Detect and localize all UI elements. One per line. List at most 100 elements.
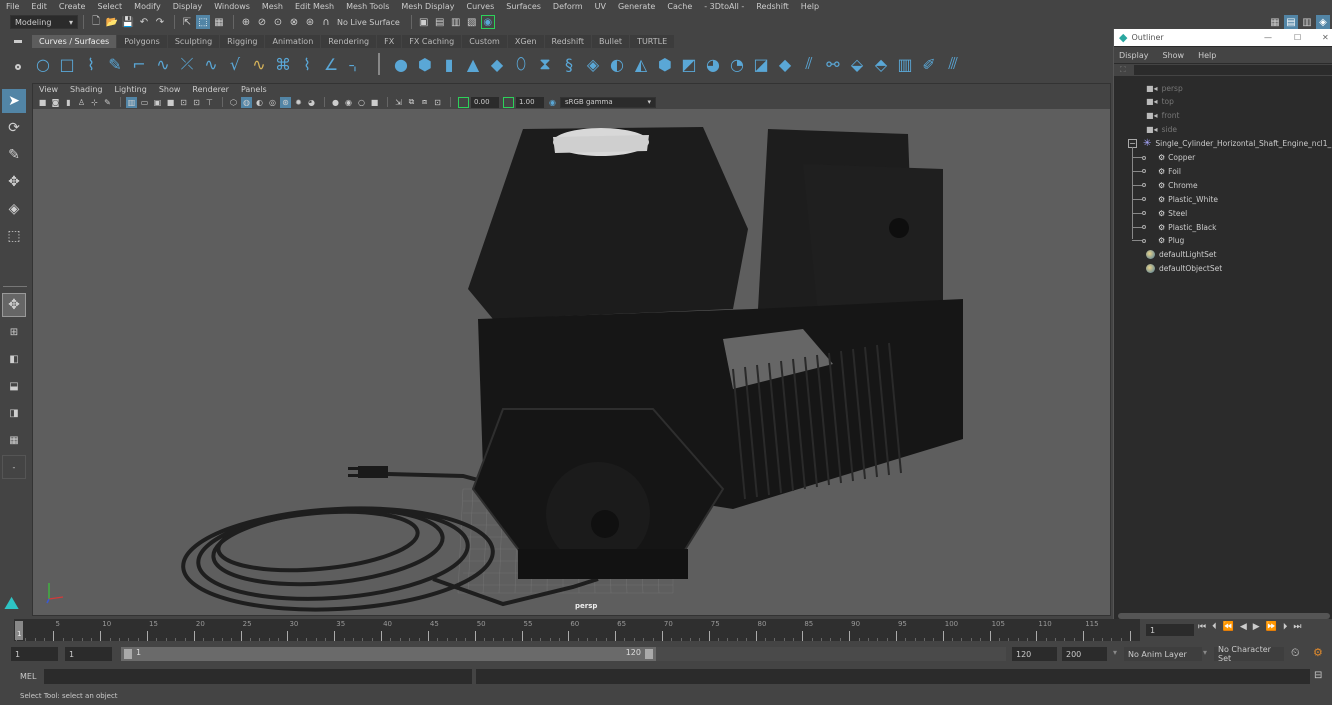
hypershade-icon[interactable]: ◉	[480, 15, 495, 29]
use-all-lights-icon[interactable]: ✹	[293, 97, 304, 108]
viewport-menu-view[interactable]: View	[39, 85, 58, 94]
outliner-item-mesh[interactable]: ⚙ Steel	[1114, 206, 1187, 220]
anti-aliasing-icon[interactable]: ○	[356, 97, 367, 108]
persp-outliner-layout-icon[interactable]: ⬓	[2, 374, 26, 398]
outliner-item-mesh[interactable]: ⚙ Plastic_White	[1114, 192, 1218, 206]
nurbs-square-icon[interactable]: □	[56, 53, 78, 75]
redo-icon[interactable]: ↷	[153, 15, 167, 29]
safe-action-icon[interactable]: ⊡	[191, 97, 202, 108]
menu-display[interactable]: Display	[173, 2, 203, 11]
mel-label[interactable]: MEL	[20, 672, 36, 681]
mode-selector[interactable]: Modeling ▾	[10, 15, 78, 29]
select-object-icon[interactable]: ⬚	[196, 15, 210, 29]
shelf-tab-turtle[interactable]: TURTLE	[630, 35, 675, 48]
menu-surfaces[interactable]: Surfaces	[506, 2, 541, 11]
project-curve-icon[interactable]: ⫻	[942, 53, 964, 75]
outliner-item-mesh[interactable]: ⚙ Chrome	[1114, 178, 1198, 192]
textured-icon[interactable]: ⊛	[280, 96, 291, 108]
undo-icon[interactable]: ↶	[137, 15, 151, 29]
loft-icon[interactable]: §	[558, 53, 580, 75]
birail-icon[interactable]: ◭	[630, 53, 652, 75]
resolution-gate-icon[interactable]: ▣	[152, 97, 163, 108]
detach-curves-icon[interactable]: ⌇	[296, 53, 318, 75]
select-component-icon[interactable]: ▦	[212, 15, 226, 29]
nurbs-cube-icon[interactable]: ⬢	[414, 53, 436, 75]
maximize-icon[interactable]: ☐	[1294, 33, 1301, 42]
revolve-icon[interactable]: ⧗	[534, 53, 556, 75]
xray-components-icon[interactable]: ⊡	[432, 97, 443, 108]
time-ruler[interactable]: 5 10 15 20 25 30 35 40 45 50 55 60 65 70 75 80 85 90 95 100…	[14, 619, 1140, 641]
viewport-menu-show[interactable]: Show	[159, 85, 181, 94]
menu-select[interactable]: Select	[97, 2, 122, 11]
menu-redshift[interactable]: Redshift	[756, 2, 788, 11]
outliner-item-set[interactable]: defaultObjectSet	[1114, 262, 1222, 276]
single-perspective-layout-icon[interactable]: ✥	[2, 293, 26, 317]
smooth-shade-icon[interactable]: ◍	[241, 96, 252, 108]
move-tool-icon[interactable]: ✥	[2, 170, 26, 194]
save-scene-icon[interactable]: 💾	[121, 15, 135, 29]
playback-end-field[interactable]: 120	[1012, 647, 1057, 661]
select-hierarchy-icon[interactable]: ⇱	[180, 15, 194, 29]
bezier-curve-tool-icon[interactable]: ∿	[152, 53, 174, 75]
step-forward-key-icon[interactable]: ⏩	[1266, 622, 1277, 632]
color-management-icon[interactable]: ◉	[547, 97, 558, 108]
outliner-item-set[interactable]: defaultLightSet	[1114, 248, 1216, 262]
sculpt-geometry-icon[interactable]: ✐	[918, 53, 940, 75]
depth-of-field-icon[interactable]: ■	[369, 97, 380, 108]
menu-create[interactable]: Create	[59, 2, 86, 11]
menu-curves[interactable]: Curves	[466, 2, 494, 11]
arc-curve-icon[interactable]: ∿	[200, 53, 222, 75]
snap-curve-icon[interactable]: ⊘	[255, 15, 269, 29]
open-scene-icon[interactable]: 📂	[105, 15, 119, 29]
persp-hypershade-layout-icon[interactable]: ◨	[2, 401, 26, 425]
wireframe-on-shaded-icon[interactable]: ◎	[267, 97, 278, 108]
bevel-plus-icon[interactable]: ◔	[726, 53, 748, 75]
planar-icon[interactable]: ◈	[582, 53, 604, 75]
close-icon[interactable]: ✕	[1322, 33, 1329, 42]
lasso-tool-icon[interactable]: ⟳	[2, 116, 26, 140]
custom-layout-icon[interactable]: ▦	[2, 428, 26, 452]
outliner-menu-show[interactable]: Show	[1163, 51, 1185, 60]
curve-edit-icon[interactable]: ⤫	[176, 53, 198, 75]
render-view-icon[interactable]: ▣	[417, 15, 431, 29]
step-forward-frame-icon[interactable]: ⏵	[1283, 622, 1288, 632]
viewport-menu-shading[interactable]: Shading	[70, 85, 103, 94]
shelf-tab-fx-caching[interactable]: FX Caching	[402, 35, 462, 48]
menu-edit-mesh[interactable]: Edit Mesh	[295, 2, 334, 11]
range-start-handle[interactable]	[124, 649, 132, 659]
toggle-tool-settings-icon[interactable]: ◈	[1316, 15, 1330, 29]
go-to-start-icon[interactable]: ⏮	[1198, 622, 1206, 632]
nurbs-cone-icon[interactable]: ▲	[462, 53, 484, 75]
shelf-settings-icon[interactable]	[15, 64, 21, 70]
nurbs-cylinder-icon[interactable]: ▮	[438, 53, 460, 75]
time-slider[interactable]: 5 10 15 20 25 30 35 40 45 50 55 60 65 70 75 80 85 90 95 100…	[0, 619, 1332, 641]
film-gate-icon[interactable]: ▭	[139, 97, 150, 108]
persp-graph-layout-icon[interactable]: ◧	[2, 347, 26, 371]
auto-key-icon[interactable]: ⏲	[1291, 646, 1300, 660]
snap-view-plane-icon[interactable]: ⊛	[303, 15, 317, 29]
grid-icon[interactable]: ▥	[126, 96, 137, 108]
shelf-tab-redshift[interactable]: Redshift	[544, 35, 591, 48]
shelf-tab-custom[interactable]: Custom	[462, 35, 507, 48]
cv-curve-tool-icon[interactable]: ⌇	[80, 53, 102, 75]
boundary-icon[interactable]: ⬢	[654, 53, 676, 75]
shelf-tab-bullet[interactable]: Bullet	[592, 35, 630, 48]
anim-layer-dropdown[interactable]: No Anim Layer	[1124, 647, 1202, 661]
gate-mask-icon[interactable]: ■	[165, 97, 176, 108]
render-frame-icon[interactable]: ▤	[433, 15, 447, 29]
shelf-tab-animation[interactable]: Animation	[265, 35, 321, 48]
outliner-item-mesh[interactable]: ⚙ Copper	[1114, 151, 1195, 165]
anim-layer-chevron-icon[interactable]: ▾	[1113, 648, 1117, 657]
menu-edit[interactable]: Edit	[31, 2, 47, 11]
motion-blur-icon[interactable]: ◉	[343, 97, 354, 108]
extrude-icon[interactable]: ◐	[606, 53, 628, 75]
character-set-chevron-icon[interactable]: ▾	[1203, 648, 1207, 657]
gamma-field[interactable]: 1.00	[516, 96, 544, 108]
menu-mesh-display[interactable]: Mesh Display	[401, 2, 454, 11]
menu-generate[interactable]: Generate	[618, 2, 655, 11]
play-backwards-icon[interactable]: ◀	[1240, 622, 1247, 632]
menu-cache[interactable]: Cache	[667, 2, 692, 11]
play-forwards-icon[interactable]: ▶	[1253, 622, 1260, 632]
snap-grid-icon[interactable]: ⊕	[239, 15, 253, 29]
exposure-icon[interactable]	[458, 96, 469, 108]
